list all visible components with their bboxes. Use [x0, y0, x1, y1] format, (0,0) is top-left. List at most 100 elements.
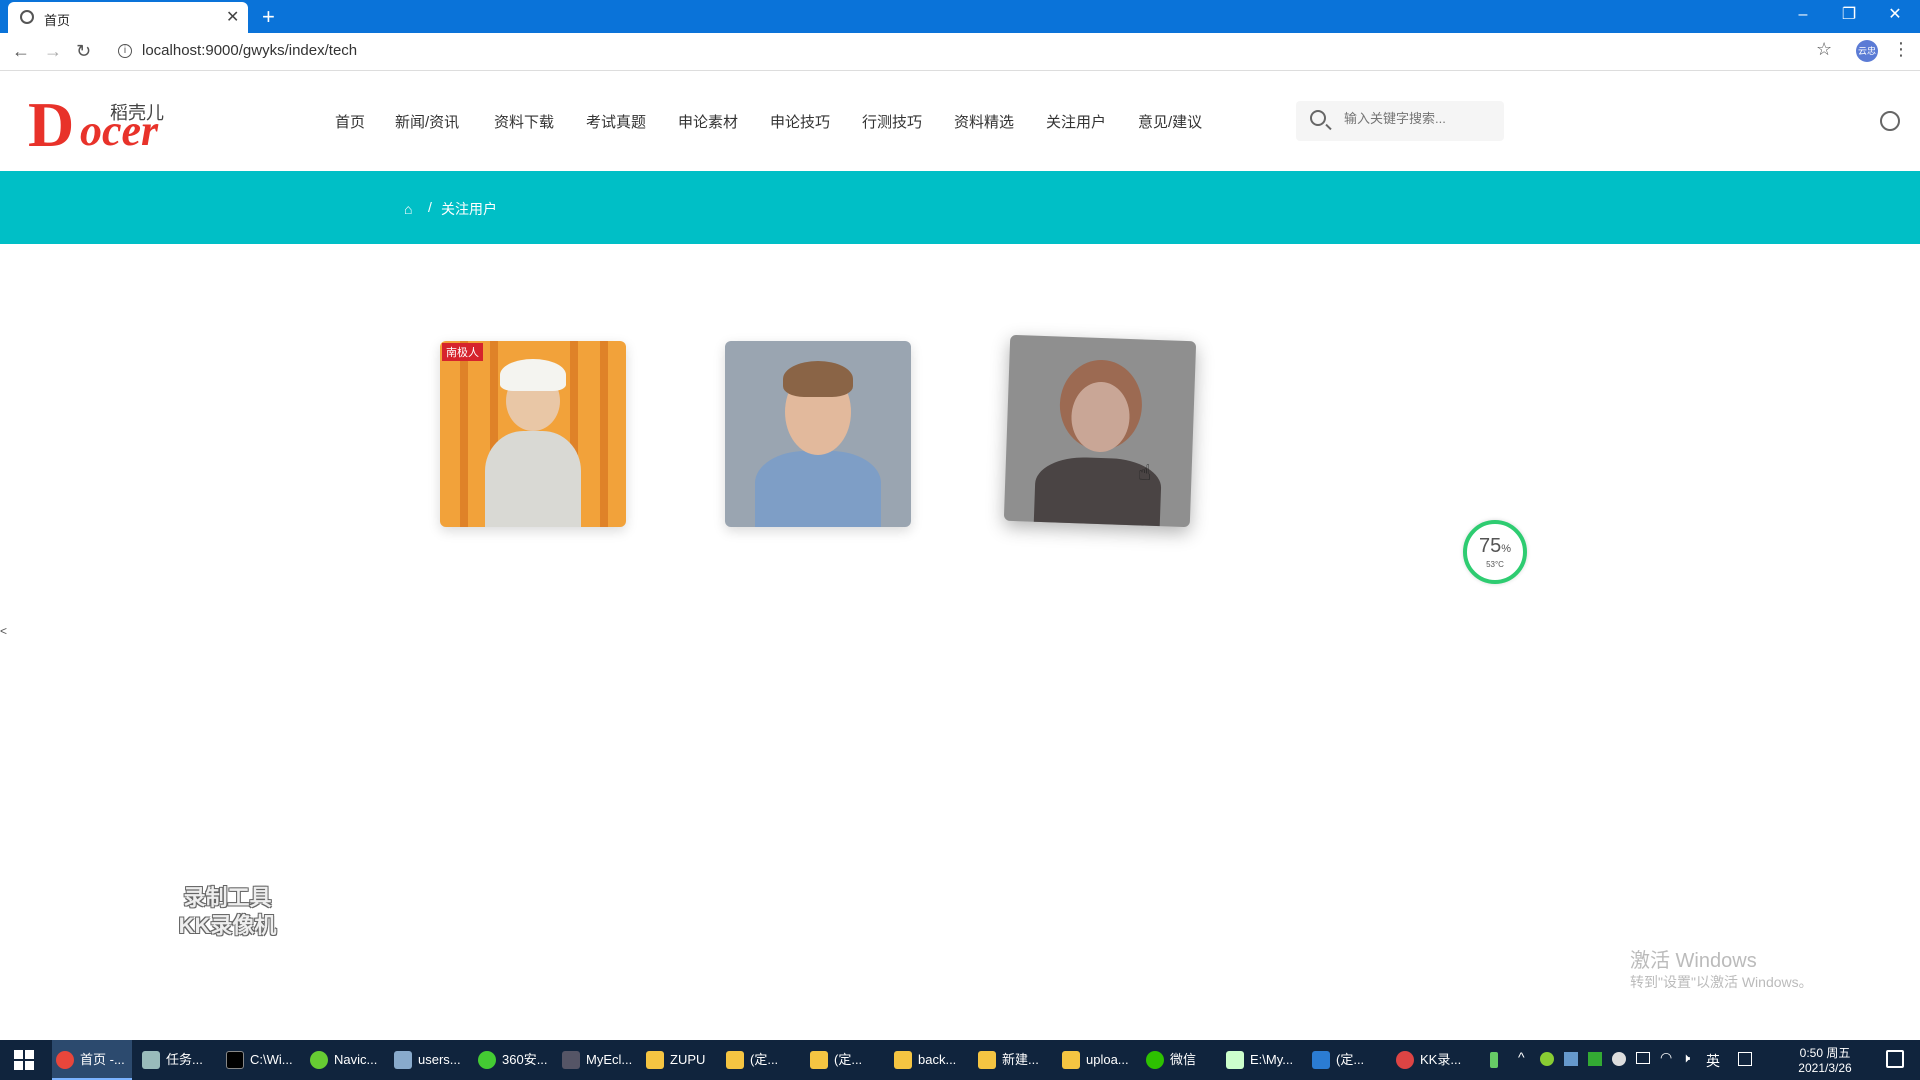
nav-essay-materials[interactable]: 申论素材 — [678, 111, 738, 132]
globe-icon — [20, 10, 34, 24]
recorder-watermark: 录制工具 KK录像机 — [160, 884, 295, 940]
nav-downloads[interactable]: 资料下载 — [494, 111, 554, 132]
taskbar-item-upload[interactable]: uploa... — [1058, 1040, 1142, 1080]
windows-taskbar: 首页 -... 任务... C:\Wi... Navic... users...… — [0, 1040, 1920, 1080]
search-input[interactable] — [1344, 111, 1494, 126]
hand-cursor-icon: ☝ — [1138, 460, 1152, 485]
activate-windows-title: 激活 Windows — [1630, 950, 1757, 972]
user-card-2[interactable] — [725, 341, 911, 527]
taskbar-item-users[interactable]: users... — [390, 1040, 472, 1080]
nav-news[interactable]: 新闻/资讯 — [395, 111, 459, 132]
memory-gauge-widget[interactable]: 75% 53°C — [1463, 520, 1527, 584]
chrome-icon — [56, 1051, 74, 1069]
code-editor-icon — [1312, 1051, 1330, 1069]
nav-home[interactable]: 首页 — [335, 111, 365, 132]
table-icon — [394, 1051, 412, 1069]
taskbar-item-kk-recorder[interactable]: KK录... — [1392, 1040, 1478, 1080]
tray-wechat-icon[interactable] — [1612, 1052, 1626, 1066]
activate-windows-subtitle: 转到"设置"以激活 Windows。 — [1630, 974, 1813, 990]
home-icon[interactable]: ⌂ — [404, 201, 412, 217]
browser-tab[interactable]: 首页 ✕ — [8, 2, 248, 33]
battery-icon[interactable] — [1490, 1052, 1498, 1068]
back-arrow-icon[interactable]: ← — [12, 41, 30, 62]
close-window-button[interactable]: ✕ — [1872, 2, 1918, 28]
chevron-up-icon[interactable]: ^ — [1518, 1049, 1525, 1065]
taskbar-item-back[interactable]: back... — [890, 1040, 970, 1080]
user-card-3[interactable] — [1003, 334, 1197, 528]
windows-start-icon[interactable] — [14, 1050, 34, 1070]
taskbar-item-task-manager[interactable]: 任务... — [138, 1040, 216, 1080]
taskbar-item-wechat[interactable]: 微信 — [1142, 1040, 1218, 1080]
notification-icon[interactable] — [1886, 1050, 1904, 1068]
folder-icon — [646, 1051, 664, 1069]
nav-exams[interactable]: 考试真题 — [586, 111, 646, 132]
profile-avatar[interactable]: 云忠 — [1856, 40, 1878, 62]
url-field[interactable]: localhost:9000/gwyks/index/tech — [142, 42, 357, 59]
browser-menu-icon[interactable]: ⋮ — [1892, 39, 1910, 60]
recorder-icon — [1396, 1051, 1414, 1069]
logo-letter-d[interactable]: D — [28, 93, 74, 157]
info-icon[interactable]: i — [118, 44, 132, 58]
terminal-icon — [226, 1051, 244, 1069]
chevron-left-icon[interactable]: < — [0, 624, 7, 638]
nav-followed-users[interactable]: 关注用户 — [1046, 111, 1106, 132]
breadcrumb-separator: / — [428, 199, 432, 215]
wifi-icon[interactable]: ◠ — [1660, 1049, 1672, 1066]
taskbar-item-cmd[interactable]: C:\Wi... — [222, 1040, 304, 1080]
clock-date[interactable]: 2021/3/26 — [1790, 1061, 1860, 1075]
tray-shield-icon[interactable] — [1564, 1052, 1578, 1066]
nav-aptitude-skills[interactable]: 行测技巧 — [862, 111, 922, 132]
user-account-icon[interactable] — [1880, 111, 1900, 131]
avatar-body — [755, 451, 881, 527]
nav-essay-skills[interactable]: 申论技巧 — [770, 111, 830, 132]
gauge-temperature: 53°C — [1486, 560, 1504, 569]
gauge-percent: 75% — [1478, 535, 1512, 557]
tray-monitor-icon[interactable] — [1636, 1052, 1650, 1064]
wechat-icon — [1146, 1051, 1164, 1069]
avatar-body — [485, 431, 581, 527]
minimize-button[interactable]: – — [1780, 2, 1826, 28]
taskbar-item-zupu[interactable]: ZUPU — [642, 1040, 718, 1080]
input-language-indicator[interactable]: 英 — [1706, 1051, 1720, 1071]
taskbar-item-chrome[interactable]: 首页 -... — [52, 1040, 132, 1080]
forward-arrow-icon[interactable]: → — [44, 41, 62, 62]
navicat-icon — [310, 1051, 328, 1069]
notepad-icon — [1226, 1051, 1244, 1069]
restore-button[interactable]: ❐ — [1826, 2, 1872, 28]
taskbar-item-360[interactable]: 360安... — [474, 1040, 556, 1080]
keyboard-grid-icon[interactable] — [1738, 1052, 1752, 1066]
nav-selected-materials[interactable]: 资料精选 — [954, 111, 1014, 132]
watermark-line-1: 录制工具 — [183, 885, 272, 910]
task-manager-icon — [142, 1051, 160, 1069]
tab-title: 首页 — [44, 13, 71, 28]
user-card-1[interactable]: 南极人 — [440, 341, 626, 527]
taskbar-item-new[interactable]: 新建... — [974, 1040, 1054, 1080]
tray-app-icon[interactable] — [1588, 1052, 1602, 1066]
logo-chinese-name: 稻壳儿 — [110, 103, 164, 123]
close-tab-icon[interactable]: ✕ — [226, 7, 239, 27]
taskbar-item-folder-2[interactable]: (定... — [806, 1040, 886, 1080]
taskbar-item-folder-1[interactable]: (定... — [722, 1040, 802, 1080]
bookmark-star-icon[interactable]: ☆ — [1816, 39, 1832, 60]
search-box[interactable] — [1296, 101, 1504, 141]
folder-icon — [1062, 1051, 1080, 1069]
brand-badge: 南极人 — [442, 343, 483, 361]
folder-icon — [726, 1051, 744, 1069]
cap-shape — [500, 359, 566, 391]
nav-feedback[interactable]: 意见/建议 — [1138, 111, 1202, 132]
folder-icon — [894, 1051, 912, 1069]
taskbar-item-vs[interactable]: (定... — [1308, 1040, 1388, 1080]
taskbar-item-editor[interactable]: E:\My... — [1222, 1040, 1306, 1080]
volume-muted-icon[interactable]: 🕨 — [1682, 1050, 1690, 1066]
search-icon[interactable] — [1310, 110, 1326, 126]
new-tab-button[interactable]: + — [262, 4, 275, 30]
taskbar-item-myeclipse[interactable]: MyEcl... — [558, 1040, 640, 1080]
breadcrumb-current: 关注用户 — [441, 201, 497, 217]
taskbar-item-navicat[interactable]: Navic... — [306, 1040, 388, 1080]
clock-time[interactable]: 0:50 周五 — [1790, 1044, 1860, 1061]
site-header: D ocer 稻壳儿 首页 新闻/资讯 资料下载 考试真题 申论素材 申论技巧 … — [0, 71, 1920, 171]
folder-icon — [810, 1051, 828, 1069]
reload-icon[interactable]: ↻ — [76, 41, 91, 62]
tray-360-icon[interactable] — [1540, 1052, 1554, 1066]
watermark-line-2: KK录像机 — [178, 913, 277, 938]
